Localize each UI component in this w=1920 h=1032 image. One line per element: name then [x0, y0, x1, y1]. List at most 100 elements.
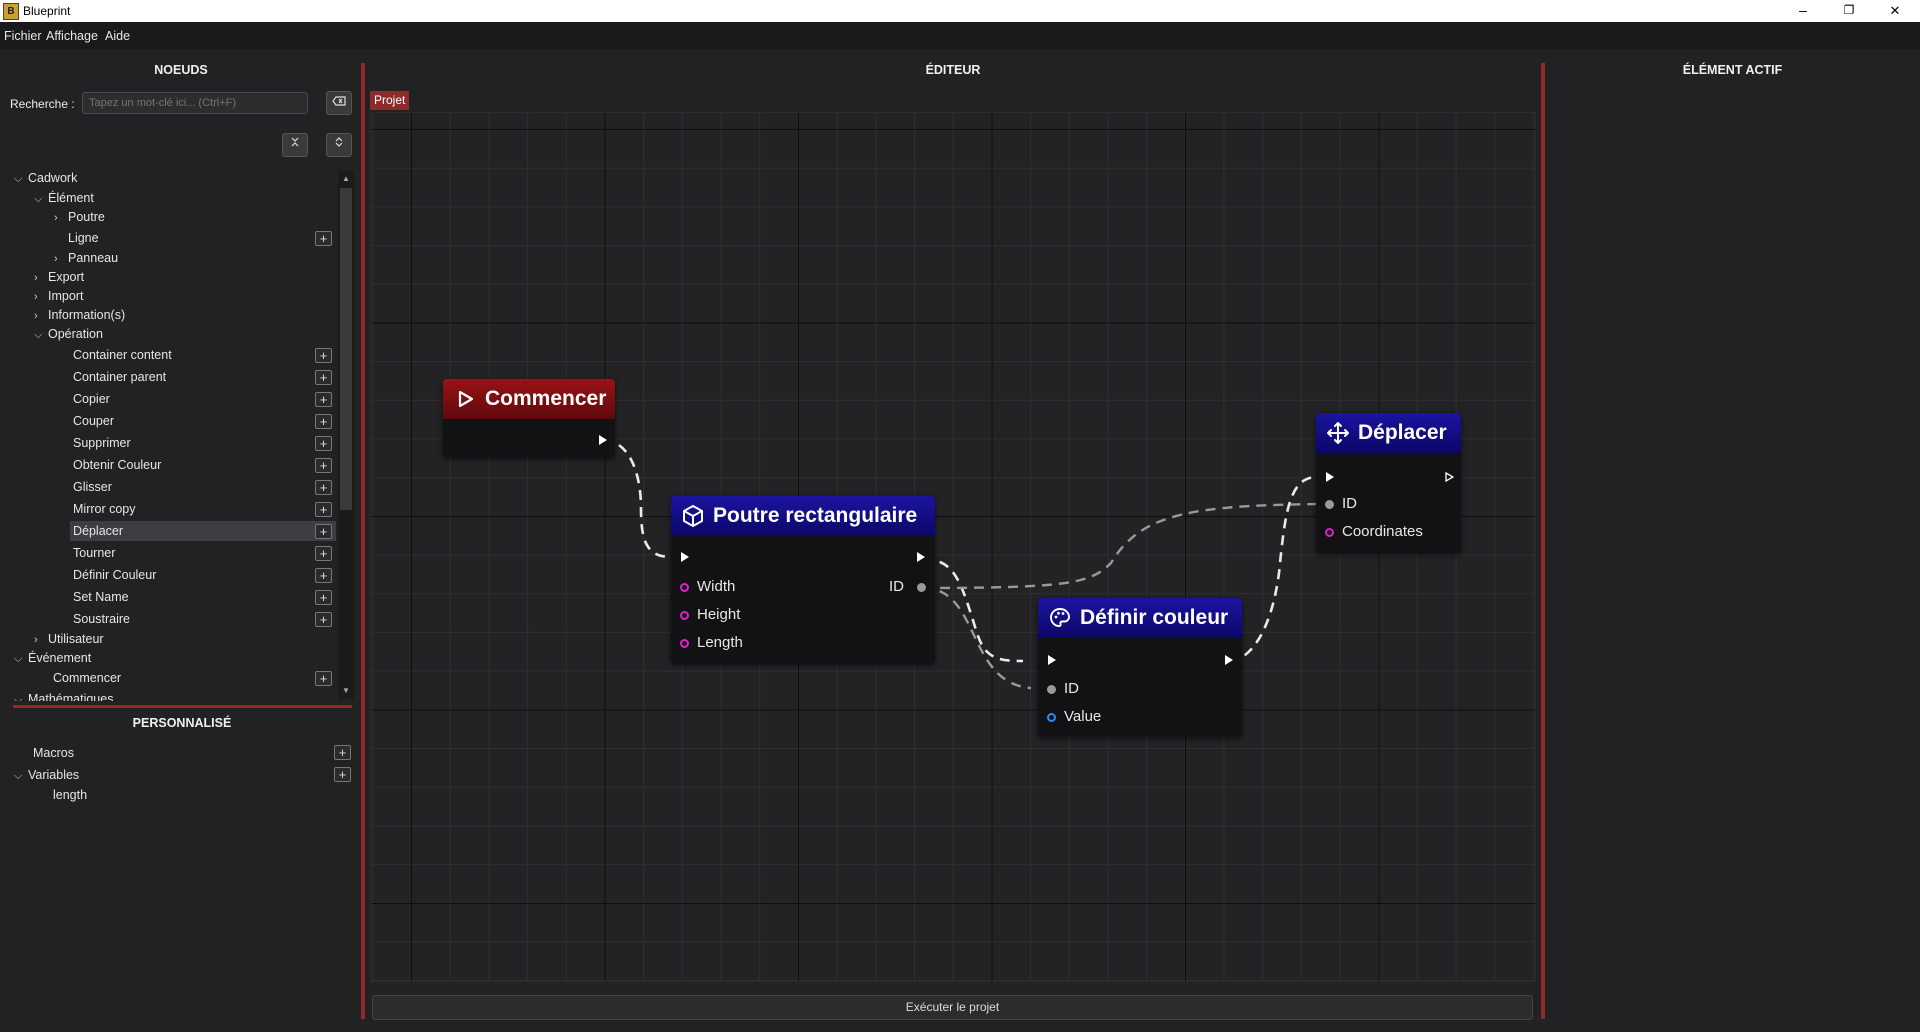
menu-aide[interactable]: Aide [105, 29, 130, 43]
tree-item-commencer[interactable]: Commencer [53, 668, 121, 688]
add-variable-button[interactable]: + [334, 767, 351, 782]
tree-item-container-parent[interactable]: Container parent [73, 367, 166, 387]
tree-item-poutre[interactable]: › Poutre [54, 207, 105, 227]
tree-item-couper[interactable]: Couper [73, 411, 114, 431]
blueprint-canvas[interactable]: Commencer Poutre rectangulaire Width Hei… [370, 112, 1536, 982]
add-supprimer-button[interactable]: + [315, 436, 332, 451]
right-splitter[interactable] [1541, 63, 1545, 1019]
chevron-down-icon: ⌵ [14, 173, 23, 185]
id-output-label: ID [889, 578, 904, 595]
minimize-button[interactable]: – [1780, 0, 1826, 22]
tree-item-label: Cadwork [28, 171, 78, 185]
expand-icon [335, 137, 343, 147]
tree-item-macros[interactable]: Macros [33, 743, 74, 763]
panel-separator[interactable] [13, 705, 352, 708]
data-connection-id-move [922, 502, 1330, 590]
title-bar: B Blueprint – ❐ ✕ [0, 0, 1920, 22]
coordinates-pin[interactable] [1325, 528, 1334, 537]
value-pin[interactable] [1047, 713, 1056, 722]
tree-item-supprimer[interactable]: Supprimer [73, 433, 131, 453]
tree-item-length[interactable]: length [53, 785, 87, 805]
add-soustraire-button[interactable]: + [315, 612, 332, 627]
collapse-all-button[interactable] [282, 133, 308, 157]
run-project-button[interactable]: Exécuter le projet [372, 995, 1533, 1020]
tree-item-informations[interactable]: › Information(s) [34, 305, 125, 325]
width-pin[interactable] [680, 583, 689, 592]
add-tourner-button[interactable]: + [315, 546, 332, 561]
tree-item-mirror-copy[interactable]: Mirror copy [73, 499, 136, 519]
scroll-down-icon[interactable]: ▼ [340, 685, 352, 697]
add-copier-button[interactable]: + [315, 392, 332, 407]
add-glisser-button[interactable]: + [315, 480, 332, 495]
scroll-up-icon[interactable]: ▲ [340, 173, 352, 185]
exec-out-pin[interactable] [1225, 655, 1233, 665]
clear-search-button[interactable] [326, 91, 352, 115]
value-label: Value [1064, 708, 1102, 725]
tree-item-mathematiques[interactable]: ⌵ Mathématiques [14, 689, 113, 701]
tree-item-label: Élément [48, 191, 94, 205]
node-definir-couleur[interactable]: Définir couleur ID Value [1038, 598, 1242, 736]
tree-item-definir-couleur[interactable]: Définir Couleur [73, 565, 156, 585]
id-input-pin[interactable] [1047, 685, 1056, 694]
id-output-pin[interactable] [917, 583, 926, 592]
expand-all-button[interactable] [326, 133, 352, 157]
exec-in-pin[interactable] [1048, 655, 1056, 665]
tree-item-utilisateur[interactable]: › Utilisateur [34, 629, 104, 649]
maximize-button[interactable]: ❐ [1826, 0, 1872, 22]
add-commencer-button[interactable]: + [315, 671, 332, 686]
tree-item-cadwork[interactable]: ⌵ Cadwork [14, 168, 77, 188]
node-deplacer[interactable]: Déplacer ID Coordinates [1316, 413, 1461, 553]
add-set-name-button[interactable]: + [315, 590, 332, 605]
tree-item-deplacer[interactable]: Déplacer [70, 521, 336, 541]
add-macro-button[interactable]: + [334, 745, 351, 760]
tree-item-import[interactable]: › Import [34, 286, 83, 306]
exec-in-pin[interactable] [681, 552, 689, 562]
add-couper-button[interactable]: + [315, 414, 332, 429]
tree-item-ligne[interactable]: Ligne [54, 228, 99, 248]
add-container-parent-button[interactable]: + [315, 370, 332, 385]
height-pin[interactable] [680, 611, 689, 620]
nodes-panel-header: NOEUDS [154, 63, 208, 77]
close-button[interactable]: ✕ [1872, 0, 1918, 22]
add-obtenir-couleur-button[interactable]: + [315, 458, 332, 473]
tree-item-set-name[interactable]: Set Name [73, 587, 129, 607]
exec-in-pin[interactable] [1326, 472, 1334, 482]
add-ligne-button[interactable]: + [315, 231, 332, 246]
tree-item-label: Événement [28, 651, 92, 665]
exec-out-outline-icon [1445, 472, 1454, 482]
add-mirror-copy-button[interactable]: + [315, 502, 332, 517]
tree-item-export[interactable]: › Export [34, 267, 84, 287]
tree-item-copier[interactable]: Copier [73, 389, 110, 409]
search-input[interactable] [82, 92, 308, 114]
node-poutre-header[interactable]: Poutre rectangulaire [671, 496, 935, 536]
add-deplacer-button[interactable]: + [315, 524, 332, 539]
tree-item-evenement[interactable]: ⌵ Événement [14, 648, 91, 668]
chevron-down-icon: ⌵ [14, 694, 23, 701]
add-definir-couleur-button[interactable]: + [315, 568, 332, 583]
left-splitter[interactable] [361, 63, 365, 1019]
tree-scrollbar-thumb[interactable] [340, 188, 352, 510]
tree-item-element[interactable]: ⌵ Élément [34, 188, 94, 208]
app-icon: B [3, 3, 19, 20]
node-commencer[interactable]: Commencer [443, 379, 615, 457]
tree-item-operation[interactable]: ⌵ Opération [34, 324, 103, 344]
exec-out-pin[interactable] [599, 435, 607, 445]
length-pin[interactable] [680, 639, 689, 648]
id-input-pin[interactable] [1325, 500, 1334, 509]
tree-item-glisser[interactable]: Glisser [73, 477, 112, 497]
tree-item-obtenir-couleur[interactable]: Obtenir Couleur [73, 455, 161, 475]
tab-projet[interactable]: Projet [370, 91, 410, 110]
exec-out-pin[interactable] [1445, 472, 1454, 482]
search-label: Recherche : [10, 97, 75, 111]
exec-out-pin[interactable] [917, 552, 925, 562]
node-poutre-rectangulaire[interactable]: Poutre rectangulaire Width Height Length… [671, 496, 935, 663]
tree-item-container-content[interactable]: Container content [73, 345, 172, 365]
add-container-content-button[interactable]: + [315, 348, 332, 363]
menu-fichier[interactable]: Fichier [4, 29, 42, 43]
menu-affichage[interactable]: Affichage [46, 29, 98, 43]
tree-item-variables[interactable]: ⌵ Variables [14, 765, 79, 785]
width-label: Width [697, 578, 736, 595]
tree-item-soustraire[interactable]: Soustraire [73, 609, 130, 629]
tree-item-panneau[interactable]: › Panneau [54, 248, 118, 268]
tree-item-tourner[interactable]: Tourner [73, 543, 115, 563]
